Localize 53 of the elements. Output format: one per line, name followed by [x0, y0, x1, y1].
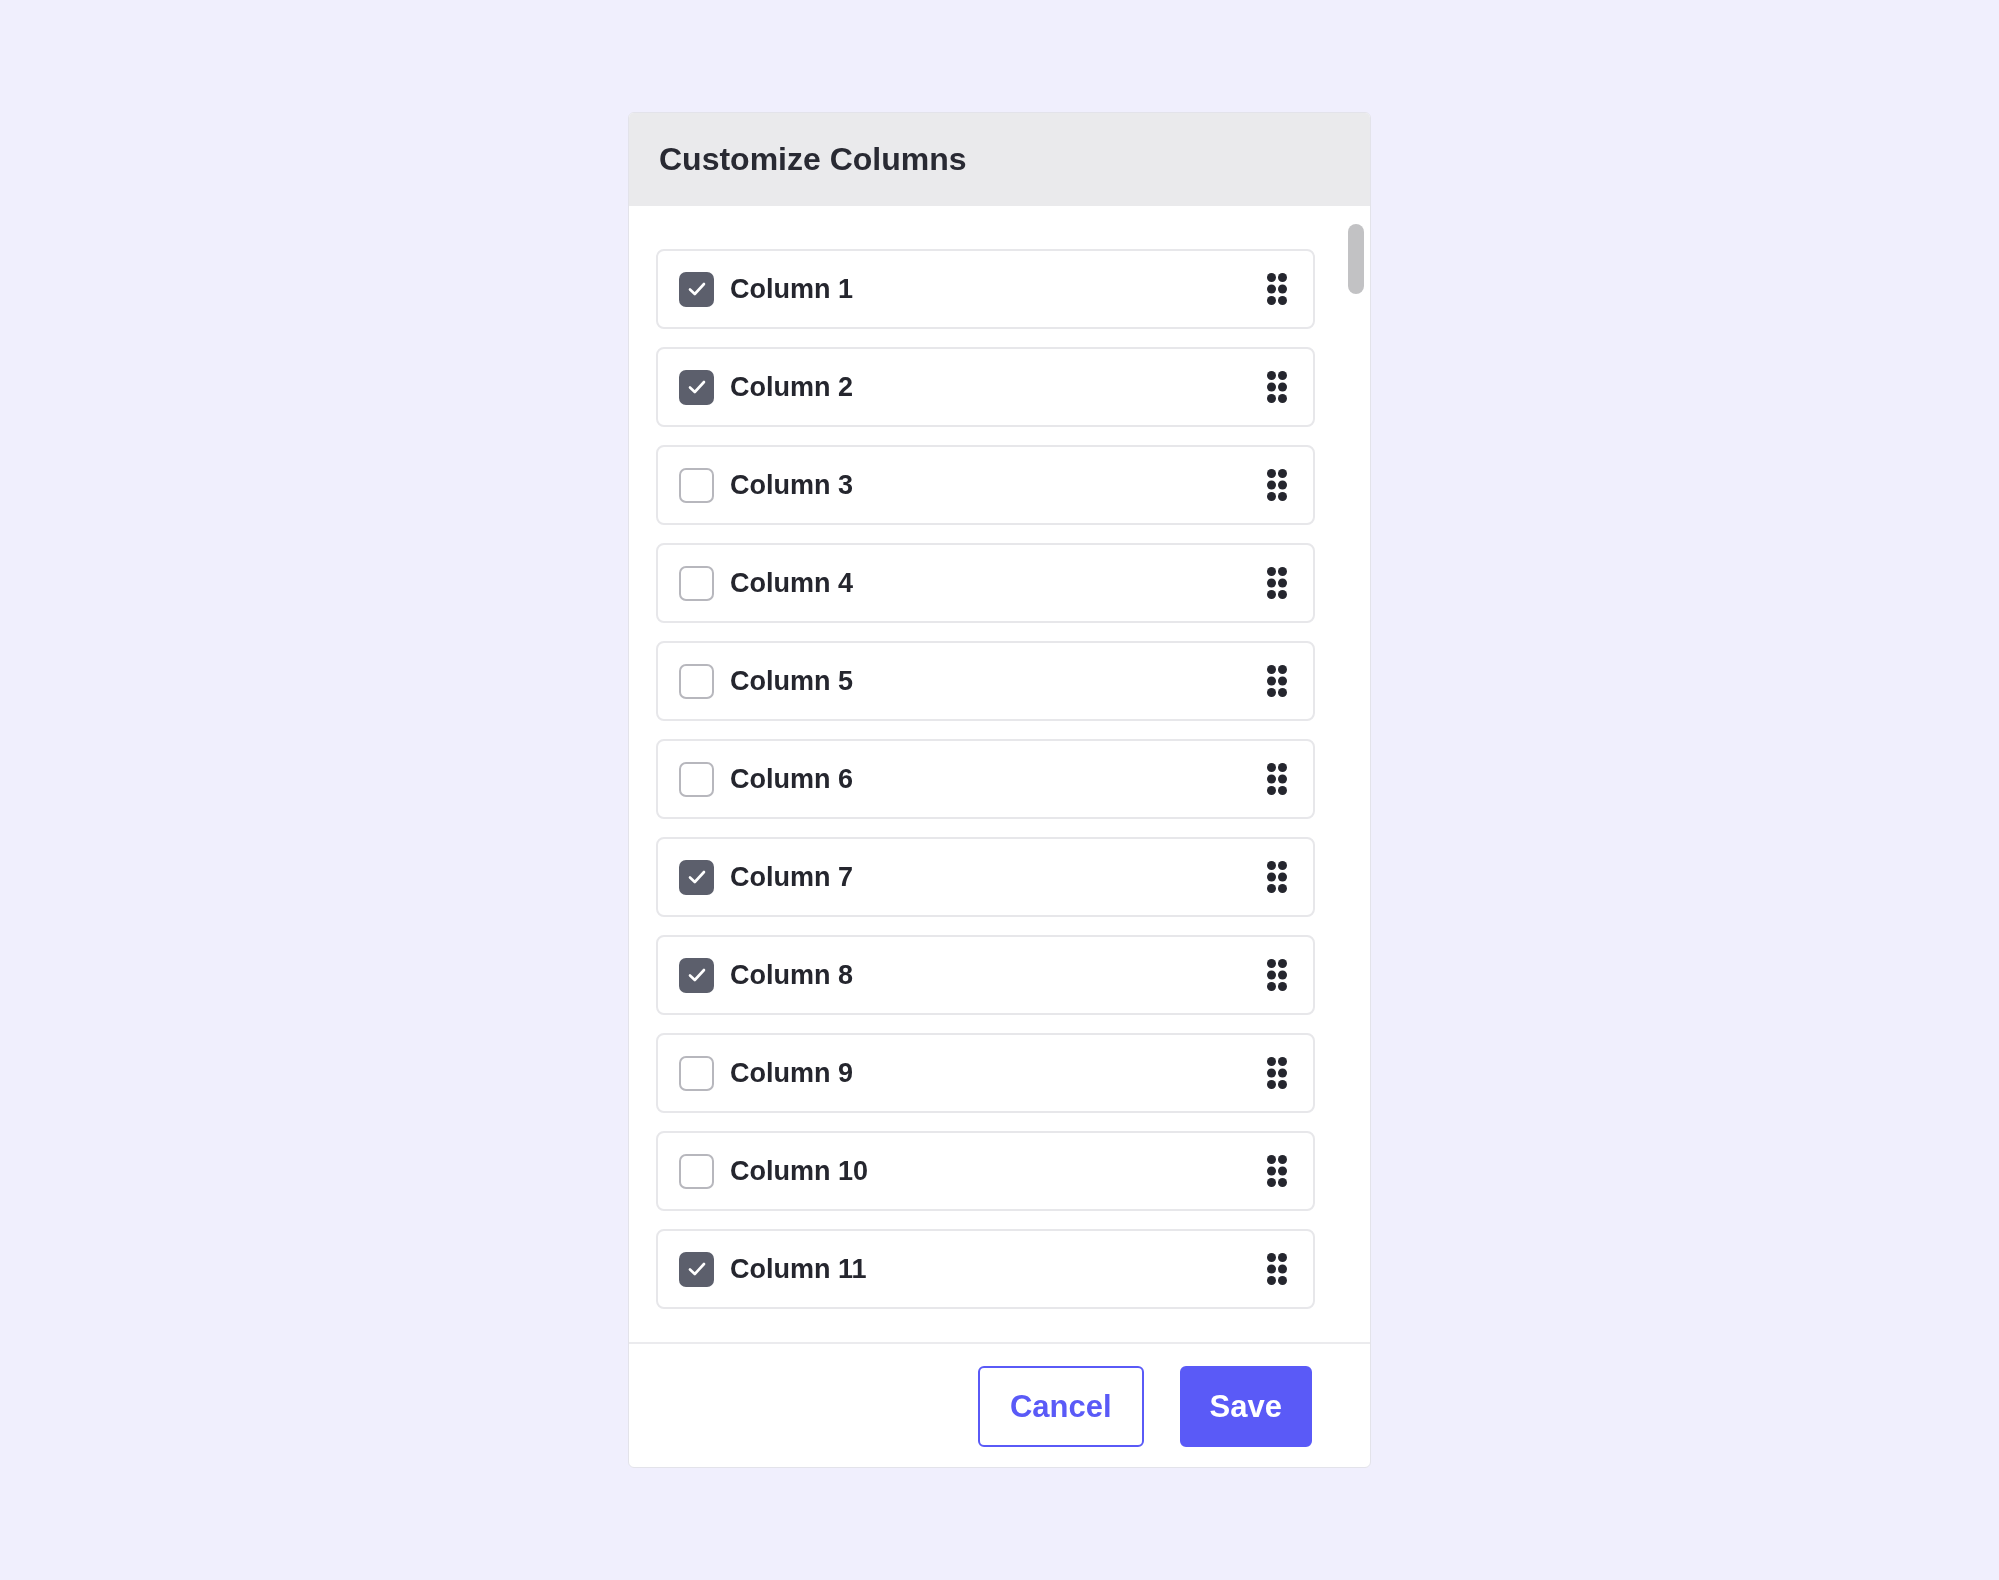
column-label: Column 4 [730, 567, 854, 599]
check-icon [687, 968, 706, 982]
column-row[interactable]: Column 4 [656, 543, 1315, 623]
save-button[interactable]: Save [1179, 1366, 1312, 1447]
column-row[interactable]: Column 3 [656, 445, 1315, 525]
drag-handle-icon[interactable] [1267, 469, 1287, 501]
drag-handle-icon[interactable] [1267, 861, 1287, 893]
check-icon [687, 870, 706, 884]
column-label: Column 11 [730, 1253, 868, 1285]
checkbox[interactable] [679, 565, 714, 601]
drag-handle-icon[interactable] [1267, 371, 1287, 403]
drag-handle-icon[interactable] [1267, 959, 1287, 991]
column-label: Column 8 [730, 959, 854, 991]
column-row[interactable]: Column 1 [656, 249, 1315, 329]
checkbox[interactable] [679, 1153, 714, 1189]
column-row[interactable]: Column 6 [656, 739, 1315, 819]
column-label: Column 7 [730, 861, 854, 893]
column-label: Column 10 [730, 1155, 870, 1187]
checkbox[interactable] [679, 859, 714, 895]
column-label: Column 5 [730, 665, 854, 697]
column-row[interactable]: Column 5 [656, 641, 1315, 721]
scrollbar-thumb[interactable] [1348, 224, 1364, 294]
column-label: Column 9 [730, 1057, 854, 1089]
drag-handle-icon[interactable] [1267, 1253, 1287, 1285]
checkbox[interactable] [679, 271, 714, 307]
column-label: Column 3 [730, 469, 854, 501]
check-icon [687, 282, 706, 296]
column-row[interactable]: Column 2 [656, 347, 1315, 427]
drag-handle-icon[interactable] [1267, 763, 1287, 795]
drag-handle-icon[interactable] [1267, 1155, 1287, 1187]
checkbox[interactable] [679, 1251, 714, 1287]
dialog-title: Customize Columns [659, 141, 967, 178]
check-icon [687, 380, 706, 394]
drag-handle-icon[interactable] [1267, 567, 1287, 599]
check-icon [687, 1262, 706, 1276]
cancel-button[interactable]: Cancel [977, 1366, 1144, 1447]
checkbox[interactable] [679, 369, 714, 405]
checkbox[interactable] [679, 1055, 714, 1091]
column-label: Column 2 [730, 371, 854, 403]
column-label: Column 1 [730, 273, 854, 305]
drag-handle-icon[interactable] [1267, 665, 1287, 697]
column-row[interactable]: Column 9 [656, 1033, 1315, 1113]
column-row[interactable]: Column 8 [656, 935, 1315, 1015]
drag-handle-icon[interactable] [1267, 273, 1287, 305]
column-row[interactable]: Column 7 [656, 837, 1315, 917]
drag-handle-icon[interactable] [1267, 1057, 1287, 1089]
checkbox[interactable] [679, 467, 714, 503]
column-row[interactable]: Column 10 [656, 1131, 1315, 1211]
checkbox[interactable] [679, 761, 714, 797]
column-label: Column 6 [730, 763, 854, 795]
column-row[interactable]: Column 11 [656, 1229, 1315, 1309]
checkbox[interactable] [679, 957, 714, 993]
checkbox[interactable] [679, 663, 714, 699]
